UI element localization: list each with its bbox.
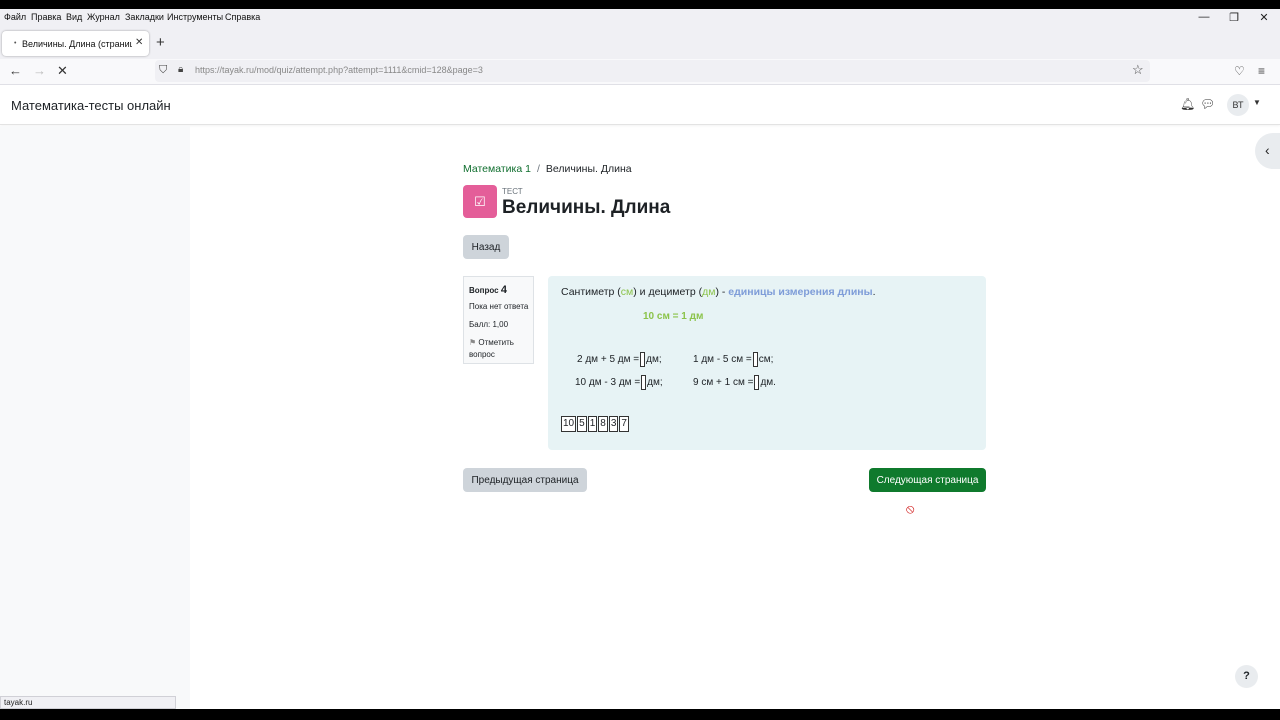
forward-arrow-icon[interactable]: →: [33, 63, 46, 78]
help-button[interactable]: ?: [1235, 665, 1258, 688]
menu-bookmarks[interactable]: Закладки: [125, 12, 164, 22]
menu-tools[interactable]: Инструменты: [167, 12, 223, 22]
drag-tile[interactable]: 5: [577, 416, 587, 432]
hamburger-menu-icon[interactable]: ≡: [1258, 64, 1265, 78]
page-title: Величины. Длина: [502, 197, 671, 218]
site-header: Математика-тесты онлайн 🔔︎ 💬︎ ВТ ▼: [0, 85, 1280, 125]
tab-title: Величины. Длина (страница 4: [22, 39, 132, 49]
unit-cm: см: [620, 286, 634, 298]
browser-menubar: Файл Правка Вид Журнал Закладки Инструме…: [0, 9, 1280, 29]
intro-highlight: единицы измерения длины: [728, 286, 873, 298]
intro-text-2: ) и дециметр (: [633, 286, 703, 298]
next-page-button[interactable]: Следующая страница: [869, 468, 986, 492]
nav-bar: ← → ✕ ⛉ 🔒︎ https://tayak.ru/mod/quiz/att…: [0, 59, 1280, 85]
tab-strip: • Величины. Длина (страница 4 ✕ +: [0, 29, 1280, 59]
breadcrumb: Математика 1 / Величины. Длина: [463, 163, 632, 175]
drop-box-1[interactable]: [640, 352, 646, 367]
unit-dm: дм: [702, 286, 716, 298]
screen: Файл Правка Вид Журнал Закладки Инструме…: [0, 9, 1280, 709]
question-number-label: Вопрос: [469, 286, 499, 295]
drag-tile[interactable]: 3: [608, 416, 619, 432]
quiz-checkbox-icon: ☑: [463, 185, 497, 218]
lock-icon[interactable]: 🔒︎: [178, 64, 183, 75]
back-arrow-icon[interactable]: ←: [9, 63, 22, 78]
menu-help[interactable]: Справка: [225, 12, 260, 22]
question-number: Вопрос 4: [469, 284, 507, 296]
question-state: Пока нет ответа: [469, 302, 529, 311]
drag-tile[interactable]: 10: [561, 416, 577, 432]
tab-close-icon[interactable]: ✕: [135, 37, 143, 48]
tab-loading-icon: •: [14, 40, 17, 47]
breadcrumb-current[interactable]: Величины. Длина: [546, 163, 632, 175]
question-info: Вопрос 4 Пока нет ответа Балл: 1,00 ⚑ От…: [463, 276, 534, 364]
tab-active[interactable]: • Величины. Длина (страница 4 ✕: [2, 31, 149, 56]
equation-2-left: 1 дм - 5 см =: [693, 354, 752, 366]
drawer-toggle-chevron-left-icon[interactable]: ‹: [1255, 133, 1280, 169]
question-intro: Сантиметр (см) и дециметр (дм) - единицы…: [561, 286, 876, 298]
answer-tiles: 10 5 1 8 3 7: [561, 416, 630, 432]
drop-box-2[interactable]: [752, 352, 758, 367]
new-tab-icon[interactable]: +: [156, 34, 165, 51]
pocket-icon[interactable]: ♡: [1234, 64, 1245, 78]
site-brand[interactable]: Математика-тесты онлайн: [11, 98, 171, 113]
restore-icon[interactable]: ❐: [1227, 11, 1241, 24]
drag-tile[interactable]: 7: [619, 416, 629, 432]
equation-3-right: дм;: [647, 377, 663, 389]
bell-icon[interactable]: 🔔︎: [1180, 97, 1195, 111]
menu-file[interactable]: Файл: [4, 12, 26, 22]
equation-3: 10 дм - 3 дм = дм;: [575, 375, 663, 390]
minimize-icon[interactable]: —: [1197, 11, 1211, 23]
close-window-icon[interactable]: ✕: [1257, 11, 1271, 24]
chevron-down-icon[interactable]: ▼: [1253, 98, 1261, 107]
equation-1-left: 2 дм + 5 дм =: [577, 354, 640, 366]
equation-1: 2 дм + 5 дм = дм;: [577, 352, 662, 367]
equation-3-left: 10 дм - 3 дм =: [575, 377, 641, 389]
equation-1-right: дм;: [646, 354, 662, 366]
chat-bubble-icon[interactable]: 💬︎: [1200, 97, 1215, 111]
drag-tile[interactable]: 1: [587, 416, 598, 432]
drop-box-4[interactable]: [754, 375, 760, 390]
equation-4-right: дм.: [760, 377, 776, 389]
menu-history[interactable]: Журнал: [87, 12, 120, 22]
flag-question-label[interactable]: Отметить вопрос: [469, 338, 514, 359]
url-text[interactable]: https://tayak.ru/mod/quiz/attempt.php?at…: [195, 65, 483, 75]
breadcrumb-course-link[interactable]: Математика 1: [463, 163, 531, 175]
intro-text-1: Сантиметр (: [561, 286, 621, 298]
left-panel: [0, 126, 190, 709]
not-allowed-cursor-icon: ⦸: [906, 501, 915, 516]
previous-page-button[interactable]: Предыдущая страница: [463, 468, 587, 492]
equation-2-right: см;: [758, 354, 774, 366]
stop-loading-icon[interactable]: ✕: [57, 63, 68, 79]
user-avatar[interactable]: ВТ: [1227, 94, 1249, 116]
question-number-value: 4: [500, 284, 507, 296]
intro-end: .: [872, 286, 876, 298]
drag-tile[interactable]: 8: [598, 416, 608, 432]
status-bar: tayak.ru: [0, 696, 176, 709]
bookmark-star-icon[interactable]: ☆: [1132, 62, 1144, 78]
back-button[interactable]: Назад: [463, 235, 509, 259]
intro-text-3: ) -: [715, 286, 729, 298]
equation-4: 9 см + 1 см = дм.: [693, 375, 776, 390]
flag-question[interactable]: ⚑ Отметить вопрос: [469, 337, 531, 361]
conversion-rule: 10 см = 1 дм: [643, 311, 704, 322]
url-bar[interactable]: ⛉ 🔒︎ https://tayak.ru/mod/quiz/attempt.p…: [155, 60, 1150, 82]
shield-icon[interactable]: ⛉: [159, 64, 167, 77]
equation-4-left: 9 см + 1 см =: [693, 377, 754, 389]
menu-view[interactable]: Вид: [66, 12, 82, 22]
flag-icon[interactable]: ⚑: [469, 338, 476, 347]
breadcrumb-separator: /: [536, 163, 540, 175]
question-grade: Балл: 1,00: [469, 320, 509, 329]
drop-box-3[interactable]: [641, 375, 647, 390]
equation-2: 1 дм - 5 см = см;: [693, 352, 773, 367]
menu-edit[interactable]: Правка: [31, 12, 61, 22]
activity-type-label: ТЕСТ: [502, 187, 523, 196]
question-formulation: Сантиметр (см) и дециметр (дм) - единицы…: [548, 276, 986, 450]
